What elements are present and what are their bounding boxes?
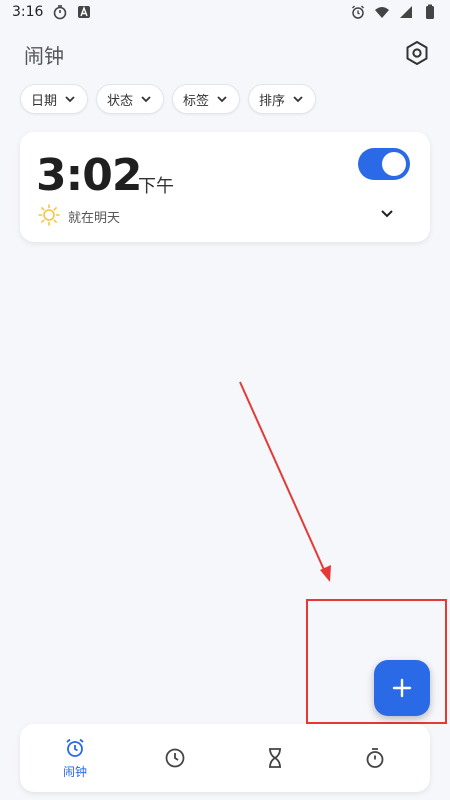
alarm-toggle[interactable] [358,148,410,180]
nav-item-alarm[interactable]: 闹钟 [25,724,125,792]
nav-item-timer[interactable] [225,724,325,792]
signal-icon [400,6,412,18]
filter-chip-label: 标签 [183,93,210,109]
chevron-down-icon [141,96,151,103]
annotation-arrow [239,381,326,573]
nav-item-stopwatch[interactable] [325,724,425,792]
add-alarm-button[interactable] [374,660,430,716]
page-title: 闹钟 [24,44,64,68]
bottom-nav: 闹钟 [20,724,430,792]
filter-chip-date[interactable]: 日期 [20,84,89,114]
alarm-time: 3:02 [36,150,142,201]
chevron-down-icon[interactable] [378,204,396,222]
filter-chip-status[interactable]: 状态 [96,84,165,114]
nav-item-label: 闹钟 [62,764,87,779]
chevron-down-icon [65,96,75,103]
battery-icon [426,4,434,19]
filter-chip-label: 排序 [259,93,286,109]
chevron-down-icon [293,96,303,103]
wifi-icon [375,7,389,18]
settings-icon[interactable] [404,40,430,66]
status-bar: 3:16 [0,0,450,24]
alarm-card[interactable]: 3:02 下午 就在明天 [20,132,430,242]
filter-chip-label: 状态 [107,93,134,109]
clock-icon [165,748,185,768]
filter-chip-label-tag[interactable]: 标签 [172,84,241,114]
alarm-icon [66,738,84,757]
alarm-ampm: 下午 [138,176,174,197]
alarm-schedule: 就在明天 [68,211,121,226]
timer-icon [53,5,67,20]
filter-bar: 日期 状态 标签 排序 [20,84,317,114]
filter-chip-label: 日期 [31,93,58,109]
plus-icon [392,678,412,698]
stopwatch-icon [366,748,384,768]
status-time: 3:16 [12,4,44,20]
sun-icon [38,204,60,226]
annotation-arrowhead [320,565,331,582]
nav-item-clock[interactable] [125,724,225,792]
hourglass-icon [269,748,281,768]
alarm-icon [352,5,364,19]
filter-chip-sort[interactable]: 排序 [248,84,317,114]
chevron-down-icon [217,96,227,103]
toggle-knob [382,152,406,176]
a-icon [78,6,90,18]
